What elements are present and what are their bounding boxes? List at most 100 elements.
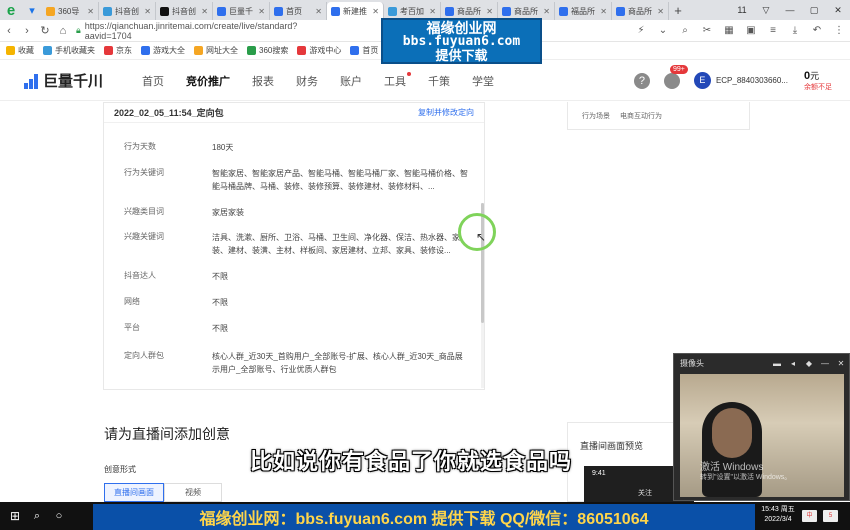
browser-tab[interactable]: 商品所 ✕ [612,2,669,20]
home-icon[interactable]: ⌂ [54,25,72,37]
tab-favicon-icon [331,6,340,16]
nav-item[interactable]: 学堂 [472,73,494,89]
tab-close-icon[interactable]: ✕ [429,7,436,16]
url-field[interactable]: 🔒︎ https://qianchuan.jinritemai.com/crea… [76,21,336,41]
nav-item[interactable]: 竞价推广 [186,73,230,89]
creative-option-live[interactable]: 直播间画面 [104,483,164,502]
tab-close-icon[interactable]: ✕ [315,7,322,16]
detail-row: 网络 不限 [124,296,470,309]
nav-item[interactable]: 账户 [340,73,362,89]
tab-close-icon[interactable]: ✕ [87,7,94,16]
tab-title: 考百加 [400,6,424,16]
tab-close-icon[interactable]: ✕ [372,7,379,16]
download-icon[interactable]: ⤓ [784,25,806,36]
tab-close-icon[interactable]: ✕ [600,7,607,16]
browser-tab[interactable]: 新建推 ✕ [327,2,384,20]
copy-modify-link[interactable]: 复制并修改定向 [418,107,474,118]
minimize-icon[interactable]: — [778,5,802,15]
detail-value: 核心人群_近30天_首购用户_全部账号-扩展、核心人群_近30天_商品展示用户_… [212,352,463,374]
bookmark-icon [6,46,15,55]
app-logo[interactable]: 巨量千川 [24,70,124,91]
nav-label: 千策 [428,75,450,88]
back-icon[interactable]: ‹ [0,25,18,37]
detail-row: 兴趣类目词 家居家装 [124,206,470,219]
taskbar-cortana-icon[interactable]: ○ [48,510,70,522]
camera-volume-icon[interactable]: ◂ [785,359,801,368]
nav-item[interactable]: 工具 [384,71,411,89]
tab-close-icon[interactable]: ✕ [258,7,265,16]
bookmark-item[interactable]: 游戏大全 [141,45,185,56]
tab-favicon-icon [559,6,568,16]
maximize-icon[interactable]: ▢ [802,5,826,16]
taskbar-search-icon[interactable]: ⌕ [26,510,48,523]
watermark-line-2: bbs.fuyuan6.com [402,34,521,49]
browser-logo-icon[interactable]: e [0,0,22,20]
creative-option-video[interactable]: 视频 [164,483,222,502]
bookmark-label: 360搜索 [259,46,289,55]
browser-tab[interactable]: 首页 ✕ [270,2,327,20]
nav-item[interactable]: 首页 [142,73,164,89]
menu-icon[interactable]: ≡ [762,25,784,36]
new-tab-button[interactable]: + [669,3,687,18]
forward-icon[interactable]: › [18,25,36,37]
balance[interactable]: 0元 余额不足 [804,69,832,92]
camera-close-icon[interactable]: ✕ [833,359,849,368]
bookmark-item[interactable]: 网址大全 [194,45,238,56]
tab-menu-icon[interactable]: ▾ [22,0,42,20]
shirt-icon[interactable]: ▽ [754,5,778,16]
browser-tab[interactable]: 巨量千 ✕ [213,2,270,20]
taskbar-clock[interactable]: 15:43 周五 2022/3/4 [756,505,800,525]
nav-label: 工具 [384,75,406,88]
bookmark-label: 游戏中心 [309,46,342,55]
tab-close-icon[interactable]: ✕ [201,7,208,16]
tab-count-badge[interactable]: 11 [730,5,754,15]
browser-tab[interactable]: 抖音创 ✕ [99,2,156,20]
avatar[interactable]: E [693,72,711,89]
account-id[interactable]: ECP_8840303660... [716,76,788,85]
bookmark-item[interactable]: 收藏 [6,45,34,56]
tray-notification-icon[interactable]: 5 [823,510,838,522]
detail-value: 不限 [212,298,228,307]
windows-start-icon[interactable]: ⊞ [4,509,26,523]
bookmark-item[interactable]: 手机收藏夹 [43,45,95,56]
nav-item[interactable]: 千策 [428,73,450,89]
bookmark-item[interactable]: 首页 [350,45,378,56]
nav-item[interactable]: 报表 [252,73,274,89]
flash-icon[interactable]: ⚡ [630,25,652,36]
detail-value: 智能家居、智能家居产品、智能马桶、智能马桶厂家、智能马桶价格、智能马桶品牌、马桶… [212,169,468,191]
refresh-icon[interactable]: ↻ [36,24,54,37]
tab-close-icon[interactable]: ✕ [144,7,151,16]
camera-minimize-icon[interactable]: — [817,359,833,368]
more-icon[interactable]: ⋮ [828,25,850,36]
help-icon[interactable]: ? [633,72,650,89]
detail-label: 网络 [124,297,140,306]
camera-window: 摄像头 ▬ ◂ ◆ — ✕ 激活 Windows 转到"设置"以激活 Windo… [673,353,850,501]
card-title: 2022_02_05_11:54_定向包 [114,108,224,118]
tray-ime-icon[interactable]: 中 [802,510,817,522]
browser-tab[interactable]: 抖音创 ✕ [156,2,213,20]
bookmark-icon [247,46,256,55]
bookmark-icon [350,46,360,55]
scissors-icon[interactable]: ✂ [696,25,718,36]
camera-mirror-icon[interactable]: ◆ [801,359,817,368]
message-icon[interactable]: 99+ [663,64,688,89]
browser-tab[interactable]: 福品所 ✕ [555,2,612,20]
bookmark-item[interactable]: 360搜索 [247,45,288,56]
chevron-down-icon[interactable]: ⌄ [652,25,674,36]
search-icon[interactable]: ⌕ [674,25,696,36]
browser-tab[interactable]: 360导 ✕ [42,2,99,20]
extension-icon[interactable]: ▦ [718,25,740,36]
camera-pin-icon[interactable]: ▬ [769,359,785,368]
tab-close-icon[interactable]: ✕ [486,7,493,16]
tab-favicon-icon [616,6,625,16]
bookmark-item[interactable]: 京东 [104,45,132,56]
nav-item[interactable]: 财务 [296,73,318,89]
camera-feed: 激活 Windows 转到"设置"以激活 Windows。 [680,374,844,497]
tab-close-icon[interactable]: ✕ [657,7,664,16]
bookmark-item[interactable]: 游戏中心 [297,45,341,56]
close-icon[interactable]: ✕ [826,5,850,16]
bookmark-label: 首页 [362,46,379,55]
undo-icon[interactable]: ↶ [806,25,828,36]
tab-close-icon[interactable]: ✕ [543,7,550,16]
game-icon[interactable]: ▣ [740,25,762,36]
